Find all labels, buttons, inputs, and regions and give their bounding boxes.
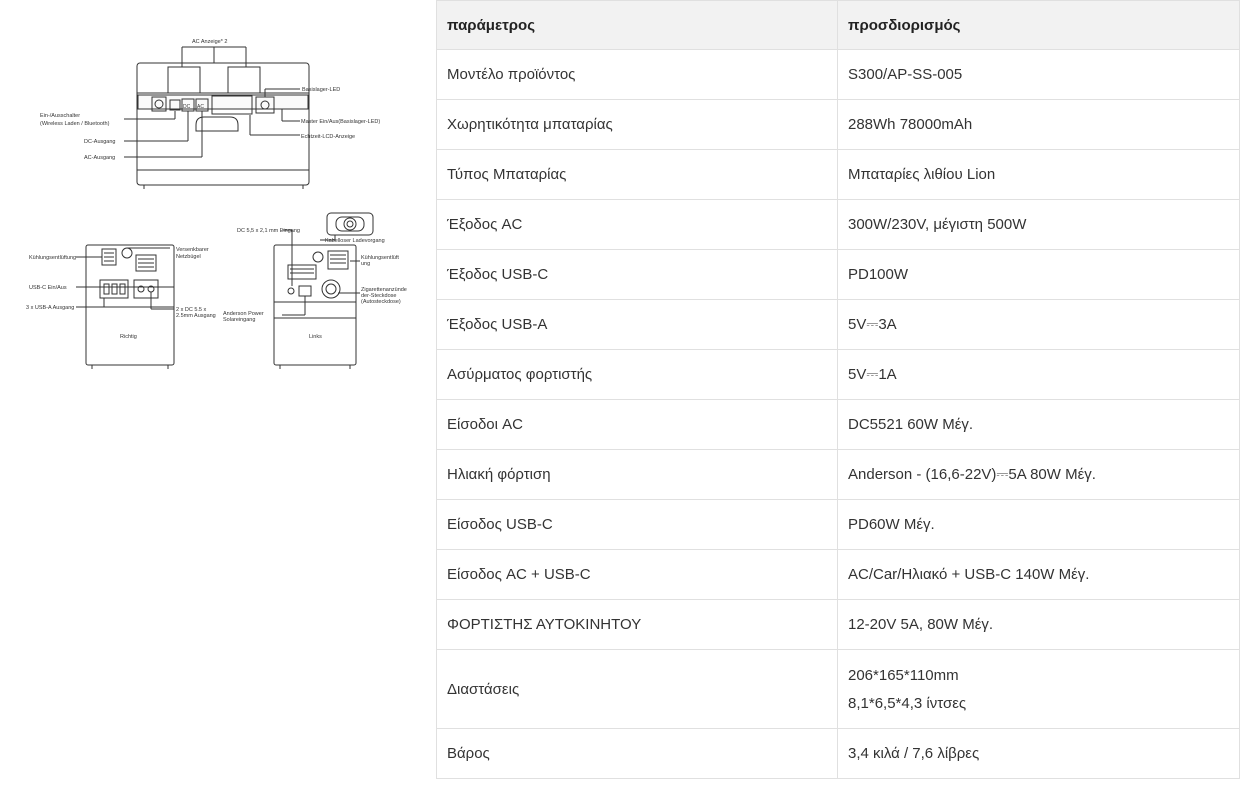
param-cell: ΦΟΡΤΙΣΤΗΣ ΑΥΤΟΚΙΝΗΤΟΥ xyxy=(436,599,838,650)
front-view xyxy=(124,46,310,189)
value-cell: S300/AP-SS-005 xyxy=(837,49,1240,100)
header-specification: προσδιορισμός xyxy=(837,0,1240,50)
value-cell: 3,4 κιλά / 7,6 λίβρες xyxy=(837,728,1240,779)
value-cell: PD60W Μέγ. xyxy=(837,499,1240,550)
param-cell: Έξοδος USB-C xyxy=(436,249,838,300)
lcd-display-label: Echtzeit-LCD-Anzeige xyxy=(301,134,355,140)
table-row: Έξοδος USB-A 5V⎓3A xyxy=(436,299,1240,350)
value-cell: Anderson - (16,6-22V)⎓5A 80W Μέγ. xyxy=(837,449,1240,500)
ac-display-label: AC Anzeige* 2 xyxy=(192,39,227,45)
right-side-view xyxy=(76,244,175,369)
table-row: Χωρητικότητα μπαταρίας 288Wh 78000mAh xyxy=(436,99,1240,150)
param-cell: Μοντέλο προϊόντος xyxy=(436,49,838,100)
cooling-vent-label: Kühlungsentlüftung xyxy=(29,255,76,261)
dc-out-label-2: 2.5mm Ausgang xyxy=(176,313,216,319)
handle-label-2: Netzbügel xyxy=(176,254,201,260)
usba-output-label: 3 x USB-A Ausgang xyxy=(26,305,74,311)
param-cell: Διαστάσεις xyxy=(436,649,838,729)
table-row: Τύπος Μπαταρίας Μπαταρίες λιθίου Lion xyxy=(436,149,1240,200)
param-cell: Ηλιακή φόρτιση xyxy=(436,449,838,500)
value-cell: AC/Car/Ηλιακό + USB-C 140W Μέγ. xyxy=(837,549,1240,600)
dc-button-label: DC xyxy=(183,104,191,110)
table-row: Μοντέλο προϊόντος S300/AP-SS-005 xyxy=(436,49,1240,100)
value-cell: 12-20V 5A, 80W Μέγ. xyxy=(837,599,1240,650)
value-cell: 300W/230V, μέγιστη 500W xyxy=(837,199,1240,250)
spec-table: παράμετρος προσδιορισμός Μοντέλο προϊόντ… xyxy=(436,0,1240,779)
dc-input-label: DC 5,5 x 2,1 mm Eingang xyxy=(237,228,300,234)
cigarette-label-3: (Autosteckdose) xyxy=(361,299,401,305)
wireless-charging-label: Kabelloser Ladevorgang xyxy=(325,238,385,244)
table-row: Έξοδος USB-C PD100W xyxy=(436,249,1240,300)
param-cell: Είσοδος AC + USB-C xyxy=(436,549,838,600)
value-cell: 288Wh 78000mAh xyxy=(837,99,1240,150)
dimensions-inches: 8,1*6,5*4,3 ίντσες xyxy=(848,694,967,712)
left-side-view xyxy=(273,212,374,369)
value-cell: DC5521 60W Μέγ. xyxy=(837,399,1240,450)
usbc-switch-label: USB-C Ein/Aus xyxy=(29,285,67,291)
table-row: Ηλιακή φόρτιση Anderson - (16,6-22V)⎓5A 8… xyxy=(436,449,1240,500)
ac-output-label: AC-Ausgang xyxy=(84,155,115,161)
ac-button-label: AC xyxy=(197,104,204,110)
param-cell: Τύπος Μπαταρίας xyxy=(436,149,838,200)
value-cell: Μπαταρίες λιθίου Lion xyxy=(837,149,1240,200)
table-header-row: παράμετρος προσδιορισμός xyxy=(436,0,1240,50)
header-parameter: παράμετρος xyxy=(436,0,838,50)
anderson-label-2: Solareingang xyxy=(223,317,255,323)
value-cell: 206*165*110mm 8,1*6,5*4,3 ίντσες xyxy=(837,649,1240,729)
param-cell: Έξοδος USB-A xyxy=(436,299,838,350)
table-row: Είσοδος AC + USB-C AC/Car/Ηλιακό + USB-C … xyxy=(436,549,1240,600)
left-side-label: Links xyxy=(309,334,322,340)
base-led-label: Basislager-LED xyxy=(302,87,340,93)
param-cell: Έξοδος AC xyxy=(436,199,838,250)
table-row: ΦΟΡΤΙΣΤΗΣ ΑΥΤΟΚΙΝΗΤΟΥ 12-20V 5A, 80W Μέγ. xyxy=(436,599,1240,650)
table-row: Έξοδος AC 300W/230V, μέγιστη 500W xyxy=(436,199,1240,250)
param-cell: Είσοδος USB-C xyxy=(436,499,838,550)
value-cell: 5V⎓1A xyxy=(837,349,1240,400)
value-cell: 5V⎓3A xyxy=(837,299,1240,350)
param-cell: Είσοδοι AC xyxy=(436,399,838,450)
right-side-label: Richtig xyxy=(120,334,137,340)
cooling-vent-left-label-2: ung xyxy=(361,261,370,267)
on-off-switch-label-2: (Wireless Laden / Bluetooth) xyxy=(40,121,110,127)
handle-label: Versenkbarer xyxy=(176,247,209,253)
table-row: Διαστάσεις 206*165*110mm 8,1*6,5*4,3 ίντ… xyxy=(436,649,1240,729)
param-cell: Βάρος xyxy=(436,728,838,779)
param-cell: Χωρητικότητα μπαταρίας xyxy=(436,99,838,150)
dc-output-label: DC-Ausgang xyxy=(84,139,116,145)
dimensions-mm: 206*165*110mm xyxy=(848,666,959,684)
master-switch-label: Master Ein/Aus(Basislager-LED) xyxy=(301,119,380,125)
table-row: Είσοδοι AC DC5521 60W Μέγ. xyxy=(436,399,1240,450)
table-row: Είσοδος USB-C PD60W Μέγ. xyxy=(436,499,1240,550)
param-cell: Ασύρματος φορτιστής xyxy=(436,349,838,400)
product-diagram: AC Anzeige* 2 Basislager-LED Ein-/Aussch… xyxy=(26,39,407,369)
table-row: Βάρος 3,4 κιλά / 7,6 λίβρες xyxy=(436,728,1240,779)
value-cell: PD100W xyxy=(837,249,1240,300)
table-row: Ασύρματος φορτιστής 5V⎓1A xyxy=(436,349,1240,400)
on-off-switch-label: Ein-/Ausschalter xyxy=(40,113,80,119)
